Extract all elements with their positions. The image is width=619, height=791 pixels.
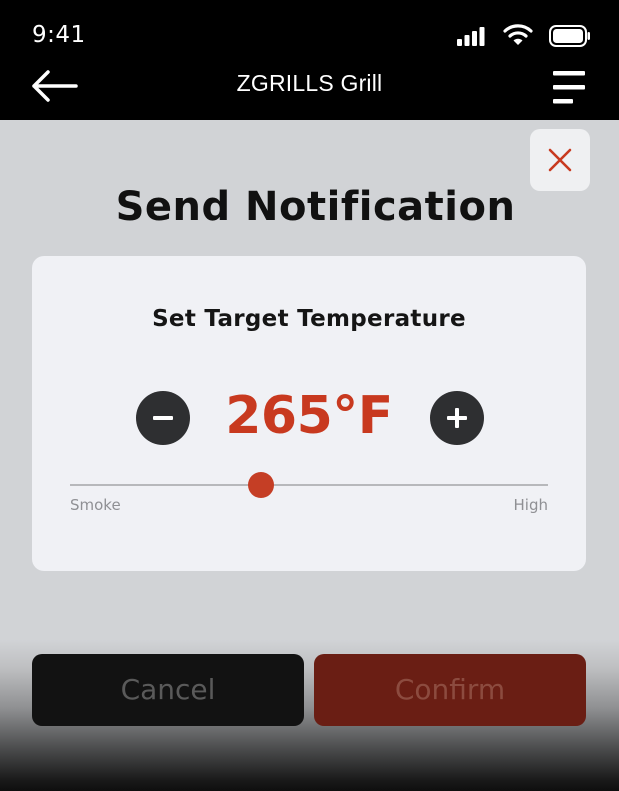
increase-temperature-button[interactable] — [430, 391, 484, 445]
menu-icon — [553, 71, 585, 104]
target-temperature-value: 265°F — [225, 386, 393, 446]
card-title: Set Target Temperature — [152, 306, 466, 332]
temperature-slider-thumb[interactable] — [248, 472, 275, 498]
nav-bar: ZGRILLS Grill — [0, 64, 619, 120]
temperature-slider-track[interactable] — [70, 484, 548, 486]
slider-max-label: High — [513, 496, 548, 514]
battery-icon — [549, 25, 590, 47]
signal-icon — [457, 27, 485, 46]
plus-icon — [447, 408, 467, 428]
menu-button[interactable] — [553, 68, 589, 108]
confirm-button[interactable]: Confirm — [314, 654, 586, 726]
temperature-card: Set Target Temperature 265°F Smoke High — [32, 256, 586, 571]
slider-min-label: Smoke — [70, 496, 121, 514]
close-button[interactable] — [530, 129, 590, 191]
status-time: 9:41 — [32, 22, 86, 48]
dialog-title: Send Notification — [115, 184, 516, 230]
nav-title: ZGRILLS Grill — [236, 70, 383, 96]
wifi-icon — [503, 24, 533, 45]
close-icon — [548, 148, 572, 172]
cancel-button[interactable]: Cancel — [32, 654, 304, 726]
status-bar: 9:41 — [0, 0, 619, 64]
